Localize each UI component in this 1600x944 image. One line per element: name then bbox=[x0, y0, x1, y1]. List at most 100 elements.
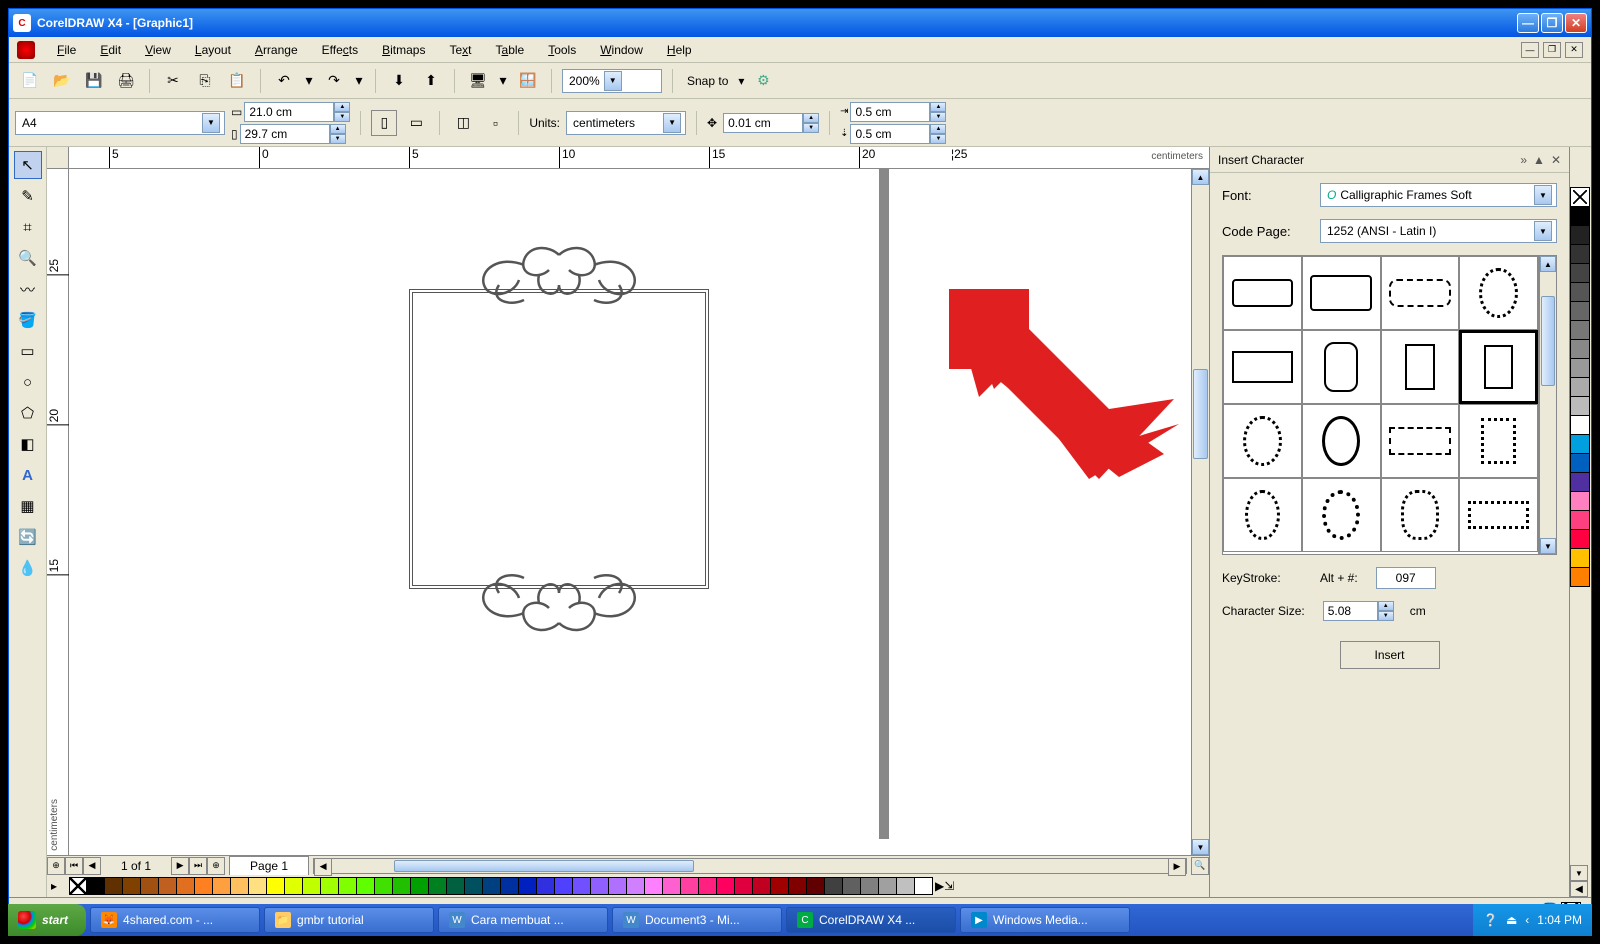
zoom-page-icon[interactable]: 🔍 bbox=[1191, 857, 1209, 875]
docker-collapse-icon[interactable]: ▲ bbox=[1533, 153, 1545, 167]
color-swatch[interactable] bbox=[645, 877, 663, 895]
scroll-thumb[interactable] bbox=[394, 860, 694, 872]
polygon-tool[interactable]: ⬠ bbox=[14, 399, 42, 427]
color-swatch[interactable] bbox=[771, 877, 789, 895]
char-cell[interactable] bbox=[1302, 330, 1381, 404]
color-swatch[interactable] bbox=[267, 877, 285, 895]
task-item[interactable]: ▶Windows Media... bbox=[960, 907, 1130, 933]
char-cell[interactable] bbox=[1459, 478, 1538, 552]
pick-tool[interactable]: ↖ bbox=[14, 151, 42, 179]
chevron-down-icon[interactable]: ▼ bbox=[1534, 221, 1552, 241]
launcher-dropdown-icon[interactable]: ▾ bbox=[497, 68, 509, 94]
color-swatch[interactable] bbox=[1570, 358, 1590, 378]
copy-icon[interactable]: ⎘ bbox=[192, 68, 218, 94]
color-swatch[interactable] bbox=[285, 877, 303, 895]
chargrid-scrollbar[interactable]: ▲ ▼ bbox=[1539, 255, 1557, 555]
chevron-down-icon[interactable]: ▼ bbox=[1534, 185, 1552, 205]
color-swatch[interactable] bbox=[789, 877, 807, 895]
color-swatch[interactable] bbox=[87, 877, 105, 895]
smartfill-tool[interactable]: 🪣 bbox=[14, 306, 42, 334]
redo-icon[interactable]: ↷ bbox=[321, 68, 347, 94]
spin-up-icon[interactable]: ▲ bbox=[930, 102, 946, 112]
freehand-tool[interactable]: 〰 bbox=[14, 275, 42, 303]
spin-up-icon[interactable]: ▲ bbox=[1378, 601, 1394, 611]
horizontal-scrollbar[interactable]: ◀ ▶ bbox=[313, 858, 1187, 874]
color-swatch[interactable] bbox=[1570, 434, 1590, 454]
color-swatch[interactable] bbox=[123, 877, 141, 895]
menu-arrange[interactable]: Arrange bbox=[245, 41, 308, 59]
print-icon[interactable]: 🖨 bbox=[113, 68, 139, 94]
char-cell[interactable] bbox=[1223, 330, 1302, 404]
color-swatch[interactable] bbox=[609, 877, 627, 895]
task-item[interactable]: 🦊4shared.com - ... bbox=[90, 907, 260, 933]
shape-tool[interactable]: ✎ bbox=[14, 182, 42, 210]
menu-edit[interactable]: Edit bbox=[90, 41, 131, 59]
add-page-after-icon[interactable]: ⊕ bbox=[207, 857, 225, 875]
spin-down-icon[interactable]: ▼ bbox=[803, 123, 819, 133]
nudge-input[interactable] bbox=[723, 113, 803, 133]
task-item[interactable]: WDocument3 - Mi... bbox=[612, 907, 782, 933]
paste-icon[interactable]: 📋 bbox=[224, 68, 250, 94]
vertical-ruler[interactable]: 25 20 15 centimeters bbox=[47, 169, 69, 855]
no-color-swatch[interactable] bbox=[1570, 187, 1590, 207]
ellipse-tool[interactable]: ○ bbox=[14, 368, 42, 396]
palette-menu-icon[interactable]: ▸ bbox=[51, 879, 65, 893]
ruler-origin[interactable] bbox=[47, 147, 69, 169]
first-page-icon[interactable]: ⏮ bbox=[65, 857, 83, 875]
color-swatch[interactable] bbox=[195, 877, 213, 895]
menu-file[interactable]: File bbox=[47, 41, 86, 59]
vpalette-expand-icon[interactable]: ◀ bbox=[1570, 881, 1588, 897]
color-swatch[interactable] bbox=[501, 877, 519, 895]
open-icon[interactable]: 📂 bbox=[49, 68, 75, 94]
spin-up-icon[interactable]: ▲ bbox=[330, 124, 346, 134]
basic-shapes-tool[interactable]: ◧ bbox=[14, 430, 42, 458]
color-swatch[interactable] bbox=[843, 877, 861, 895]
mdi-minimize[interactable]: — bbox=[1521, 42, 1539, 58]
drawing-canvas[interactable] bbox=[69, 169, 1191, 855]
color-swatch[interactable] bbox=[1570, 491, 1590, 511]
color-swatch[interactable] bbox=[1570, 510, 1590, 530]
color-swatch[interactable] bbox=[375, 877, 393, 895]
color-swatch[interactable] bbox=[1570, 415, 1590, 435]
minimize-button[interactable]: — bbox=[1517, 13, 1539, 33]
palette-expand-icon[interactable]: ⇲ bbox=[944, 879, 954, 893]
color-swatch[interactable] bbox=[1570, 320, 1590, 340]
color-swatch[interactable] bbox=[573, 877, 591, 895]
rectangle-tool[interactable]: ▭ bbox=[14, 337, 42, 365]
table-tool[interactable]: ▦ bbox=[14, 492, 42, 520]
color-swatch[interactable] bbox=[519, 877, 537, 895]
color-swatch[interactable] bbox=[699, 877, 717, 895]
interactive-tool[interactable]: 🔄 bbox=[14, 523, 42, 551]
scroll-up-icon[interactable]: ▲ bbox=[1540, 256, 1556, 272]
redo-dropdown-icon[interactable]: ▾ bbox=[353, 68, 365, 94]
welcome-icon[interactable]: 🪟 bbox=[515, 68, 541, 94]
spin-down-icon[interactable]: ▼ bbox=[334, 112, 350, 122]
color-swatch[interactable] bbox=[483, 877, 501, 895]
page-height-input[interactable] bbox=[240, 124, 330, 144]
zoom-tool[interactable]: 🔍 bbox=[14, 244, 42, 272]
color-swatch[interactable] bbox=[177, 877, 195, 895]
spin-up-icon[interactable]: ▲ bbox=[803, 113, 819, 123]
color-swatch[interactable] bbox=[339, 877, 357, 895]
dup-y-input[interactable] bbox=[850, 124, 930, 144]
chevron-down-icon[interactable]: ▼ bbox=[663, 113, 681, 133]
portrait-icon[interactable]: ▯ bbox=[371, 110, 397, 136]
menu-effects[interactable]: Effects bbox=[312, 41, 368, 59]
docker-close-icon[interactable]: ✕ bbox=[1551, 153, 1561, 167]
new-icon[interactable]: 📄 bbox=[17, 68, 43, 94]
menu-text[interactable]: Text bbox=[439, 41, 481, 59]
char-cell[interactable] bbox=[1223, 256, 1302, 330]
char-cell[interactable] bbox=[1223, 404, 1302, 478]
next-page-icon[interactable]: ▶ bbox=[171, 857, 189, 875]
scroll-down-icon[interactable]: ▼ bbox=[1540, 538, 1556, 554]
color-swatch[interactable] bbox=[1570, 567, 1590, 587]
spin-down-icon[interactable]: ▼ bbox=[1378, 611, 1394, 621]
docker-expand-icon[interactable]: » bbox=[1520, 153, 1527, 167]
color-swatch[interactable] bbox=[717, 877, 735, 895]
color-swatch[interactable] bbox=[1570, 244, 1590, 264]
allpages-icon[interactable]: ◫ bbox=[450, 110, 476, 136]
color-swatch[interactable] bbox=[411, 877, 429, 895]
task-item[interactable]: 📁gmbr tutorial bbox=[264, 907, 434, 933]
dup-x-input[interactable] bbox=[850, 102, 930, 122]
menu-layout[interactable]: Layout bbox=[185, 41, 241, 59]
